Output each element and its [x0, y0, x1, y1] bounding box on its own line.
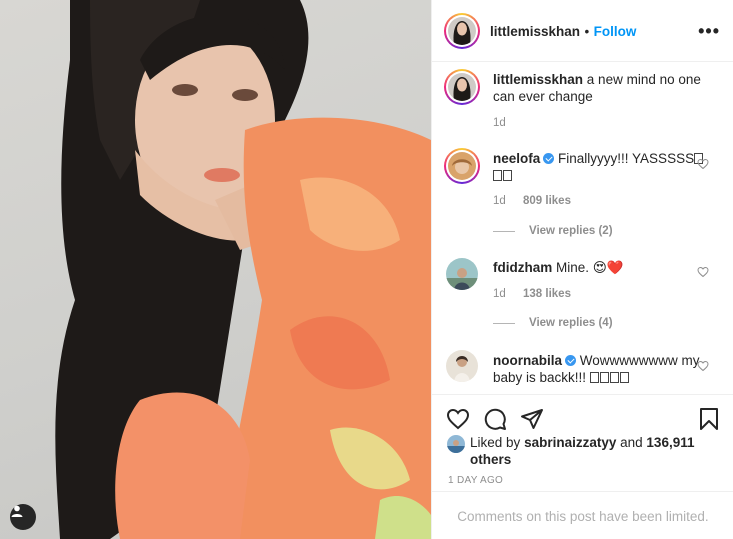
comment-meta: 1d 809 likes: [493, 195, 585, 207]
comment-like-heart-icon[interactable]: [697, 266, 709, 278]
comment-like-heart-icon[interactable]: [697, 158, 709, 170]
comment-username[interactable]: noornabila: [493, 353, 562, 368]
author-avatar[interactable]: [444, 13, 480, 49]
comment-avatar-neelofa[interactable]: [444, 148, 480, 184]
divider: [493, 230, 515, 232]
tagged-user-icon[interactable]: [10, 504, 36, 530]
comment-time[interactable]: 1d: [493, 288, 506, 300]
post-date[interactable]: 1 DAY AGO: [448, 475, 503, 486]
divider: [493, 322, 515, 324]
caption-text: littlemisskhan a new mind no one can eve…: [493, 71, 708, 105]
liked-by-and: and: [620, 435, 643, 450]
liked-by-summary: Liked by sabrinaizzatyy and 136,911 othe…: [470, 434, 700, 468]
share-icon[interactable]: [520, 407, 544, 431]
post-photo[interactable]: [0, 0, 431, 539]
comment-neelofa: neelofa Finallyyyy!!! YASSSSS: [493, 150, 708, 184]
heart-icon[interactable]: [446, 407, 470, 431]
verified-badge-icon: [565, 355, 577, 366]
comment-body: Mine.: [556, 260, 590, 275]
comment-time[interactable]: 1d: [493, 195, 506, 207]
caption-avatar[interactable]: [444, 69, 480, 105]
author-username[interactable]: littlemisskhan: [490, 24, 580, 39]
liked-by-prefix: Liked by: [470, 435, 521, 450]
caption-meta: 1d: [493, 117, 520, 129]
comment-like-heart-icon[interactable]: [697, 360, 709, 372]
view-replies-button[interactable]: View replies (4): [493, 317, 613, 329]
caption-username[interactable]: littlemisskhan: [493, 72, 583, 87]
comment-username[interactable]: fdidzham: [493, 260, 552, 275]
comment-meta: 1d 138 likes: [493, 288, 585, 300]
comment-avatar-noornabila[interactable]: [446, 350, 478, 382]
view-replies-label: View replies (4): [529, 317, 613, 329]
comment-likes[interactable]: 809 likes: [523, 195, 571, 207]
comment-likes[interactable]: 138 likes: [523, 288, 571, 300]
verified-badge-icon: [543, 153, 555, 164]
more-icon[interactable]: •••: [698, 22, 720, 40]
post-actions: Liked by sabrinaizzatyy and 136,911 othe…: [432, 394, 733, 539]
comment-body: Finallyyyy!!! YASSSSS: [558, 151, 695, 166]
emoji-placeholder: [589, 370, 630, 385]
post-side-panel: littlemisskhan • Follow ••• littlemisskh…: [431, 0, 733, 539]
portrait-image: [55, 0, 431, 539]
liked-by-avatar[interactable]: [447, 435, 465, 453]
follow-button[interactable]: Follow: [594, 24, 637, 39]
liked-by-user[interactable]: sabrinaizzatyy: [524, 435, 616, 450]
comment-username[interactable]: neelofa: [493, 151, 540, 166]
post-header: littlemisskhan • Follow •••: [432, 0, 733, 62]
comment-noornabila: noornabila Wowwwwwwww my baby is backk!!…: [493, 352, 708, 386]
bookmark-icon[interactable]: [698, 407, 720, 431]
separator-dot: •: [584, 24, 590, 39]
comments-limited-notice: Comments on this post have been limited.: [432, 491, 733, 539]
comment-avatar-fdidzham[interactable]: [446, 258, 478, 290]
emoji: 😍❤️: [592, 260, 624, 275]
view-replies-button[interactable]: View replies (2): [493, 225, 613, 237]
comment-fdidzham: fdidzham Mine. 😍❤️: [493, 259, 708, 276]
view-replies-label: View replies (2): [529, 225, 613, 237]
comment-icon[interactable]: [483, 407, 507, 431]
caption-time[interactable]: 1d: [493, 117, 506, 129]
